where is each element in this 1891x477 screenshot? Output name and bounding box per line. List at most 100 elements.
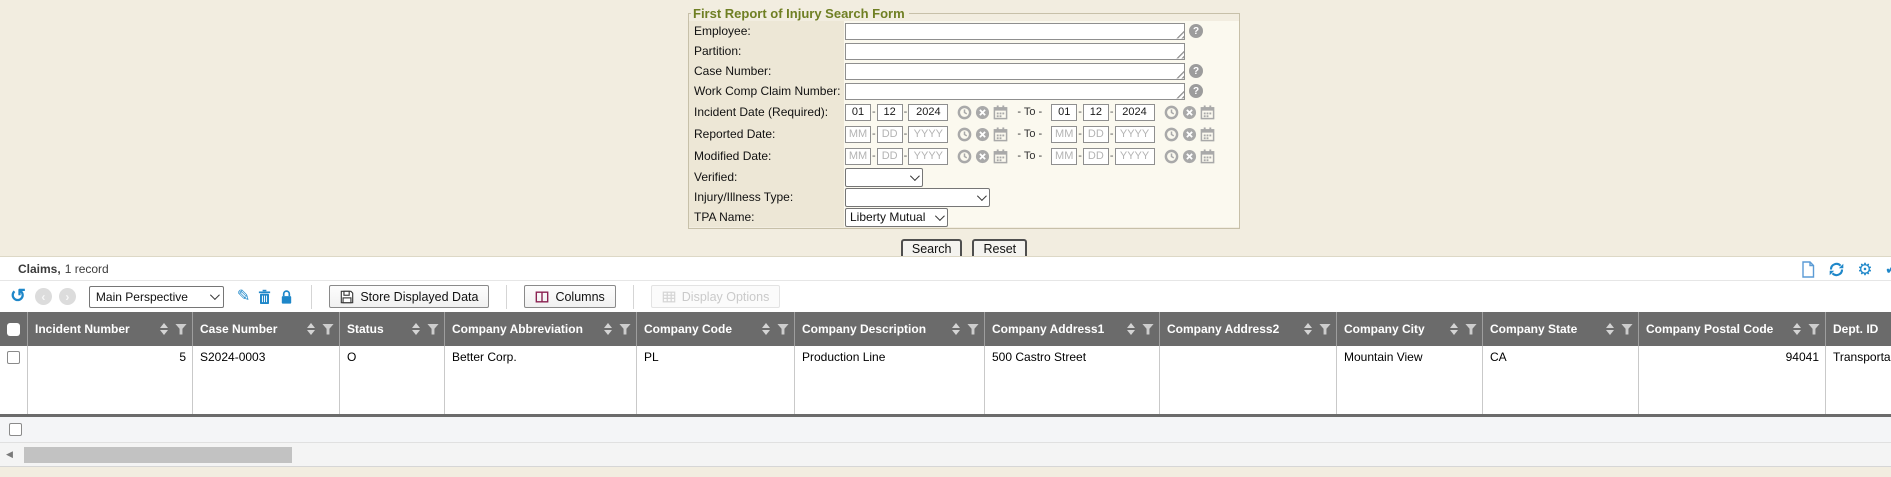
modified-to-dd[interactable]: DD [1083,148,1109,165]
partition-input[interactable] [845,43,1185,60]
reported-to-dd[interactable]: DD [1083,126,1109,143]
calendar-icon[interactable] [993,105,1008,120]
sort-icon[interactable] [952,323,960,335]
employee-input[interactable] [845,23,1185,40]
help-icon[interactable]: ? [1189,84,1203,98]
column-header-case-number[interactable]: Case Number [193,312,340,346]
filter-icon[interactable] [777,324,789,335]
filter-icon[interactable] [1621,324,1633,335]
clear-icon[interactable] [1182,149,1197,164]
sort-icon[interactable] [307,323,315,335]
help-icon[interactable]: ? [1189,64,1203,78]
incident-to-dd[interactable]: 12 [1083,104,1109,121]
table-row[interactable]: 5 S2024-0003 O Better Corp. PL Productio… [0,346,1891,417]
columns-button[interactable]: Columns [524,285,615,308]
incident-from-mm[interactable]: 01 [845,104,871,121]
scrollbar-thumb[interactable] [24,447,292,463]
incident-to-mm[interactable]: 01 [1051,104,1077,121]
sort-icon[interactable] [1606,323,1614,335]
calendar-icon[interactable] [1200,105,1215,120]
incident-from-yyyy[interactable]: 2024 [908,104,948,121]
verified-select[interactable] [845,168,923,187]
help-icon[interactable]: ? [1189,24,1203,38]
modified-to-mm[interactable]: MM [1051,148,1077,165]
column-header-company-abbreviation[interactable]: Company Abbreviation [445,312,637,346]
horizontal-scrollbar[interactable]: ◀ [0,443,1891,467]
calendar-icon[interactable] [1200,149,1215,164]
clear-icon[interactable] [975,149,990,164]
work-comp-input[interactable] [845,83,1185,100]
clock-icon[interactable] [1164,105,1179,120]
scroll-left-icon[interactable]: ◀ [6,450,13,459]
clock-icon[interactable] [1164,127,1179,142]
clear-icon[interactable] [975,105,990,120]
calendar-icon[interactable] [993,149,1008,164]
column-header-status[interactable]: Status [340,312,445,346]
filter-icon[interactable] [619,324,631,335]
sort-icon[interactable] [1304,323,1312,335]
filter-icon[interactable] [427,324,439,335]
sort-icon[interactable] [160,323,168,335]
sort-icon[interactable] [604,323,612,335]
sort-icon[interactable] [1127,323,1135,335]
form-row-case-number: Case Number: ? [689,61,1239,81]
lock-perspective-icon[interactable] [279,289,294,305]
filter-icon[interactable] [1319,324,1331,335]
case-number-input[interactable] [845,63,1185,80]
modified-from-yyyy[interactable]: YYYY [908,148,948,165]
clock-icon[interactable] [957,127,972,142]
reported-from-mm[interactable]: MM [845,126,871,143]
resize-grip-icon [1176,91,1184,99]
column-header-company-city[interactable]: Company City [1337,312,1483,346]
reported-to-yyyy[interactable]: YYYY [1115,126,1155,143]
injury-type-select[interactable] [845,188,990,207]
filter-icon[interactable] [1142,324,1154,335]
sort-icon[interactable] [762,323,770,335]
select-all-checkbox[interactable] [7,323,20,336]
clear-icon[interactable] [975,127,990,142]
column-header-incident-number[interactable]: Incident Number [28,312,193,346]
clear-icon[interactable] [1182,127,1197,142]
undo-icon[interactable]: ↺ [10,287,26,306]
delete-perspective-icon[interactable] [257,289,272,305]
filter-icon[interactable] [175,324,187,335]
calendar-icon[interactable] [1200,127,1215,142]
edit-perspective-icon[interactable]: ✎ [237,289,250,305]
modified-from-dd[interactable]: DD [877,148,903,165]
column-header-company-address2[interactable]: Company Address2 [1160,312,1337,346]
gear-icon[interactable]: ⚙ [1857,261,1872,278]
column-header-dept-id[interactable]: Dept. ID [1826,312,1891,346]
store-displayed-data-button[interactable]: Store Displayed Data [329,285,489,308]
new-page-icon[interactable] [1800,261,1816,278]
reported-from-yyyy[interactable]: YYYY [908,126,948,143]
clear-icon[interactable] [1182,105,1197,120]
column-header-company-description[interactable]: Company Description [795,312,985,346]
clock-icon[interactable] [1164,149,1179,164]
column-header-company-address1[interactable]: Company Address1 [985,312,1160,346]
filter-icon[interactable] [322,324,334,335]
sort-icon[interactable] [412,323,420,335]
check-icon[interactable]: ✓ [1885,259,1891,279]
filter-icon[interactable] [1808,324,1820,335]
column-header-company-state[interactable]: Company State [1483,312,1639,346]
incident-from-dd[interactable]: 12 [877,104,903,121]
column-header-company-postal-code[interactable]: Company Postal Code [1639,312,1826,346]
clock-icon[interactable] [957,149,972,164]
calendar-icon[interactable] [993,127,1008,142]
modified-from-mm[interactable]: MM [845,148,871,165]
filter-icon[interactable] [967,324,979,335]
reported-to-mm[interactable]: MM [1051,126,1077,143]
row-checkbox[interactable] [7,351,20,364]
column-header-company-code[interactable]: Company Code [637,312,795,346]
reported-from-dd[interactable]: DD [877,126,903,143]
perspective-select[interactable]: Main Perspective [89,286,224,308]
clock-icon[interactable] [957,105,972,120]
tpa-name-select[interactable]: Liberty Mutual [845,208,948,227]
refresh-icon[interactable] [1828,261,1845,278]
filter-icon[interactable] [1465,324,1477,335]
footer-checkbox[interactable] [9,423,22,436]
sort-icon[interactable] [1450,323,1458,335]
sort-icon[interactable] [1793,323,1801,335]
incident-to-yyyy[interactable]: 2024 [1115,104,1155,121]
modified-to-yyyy[interactable]: YYYY [1115,148,1155,165]
